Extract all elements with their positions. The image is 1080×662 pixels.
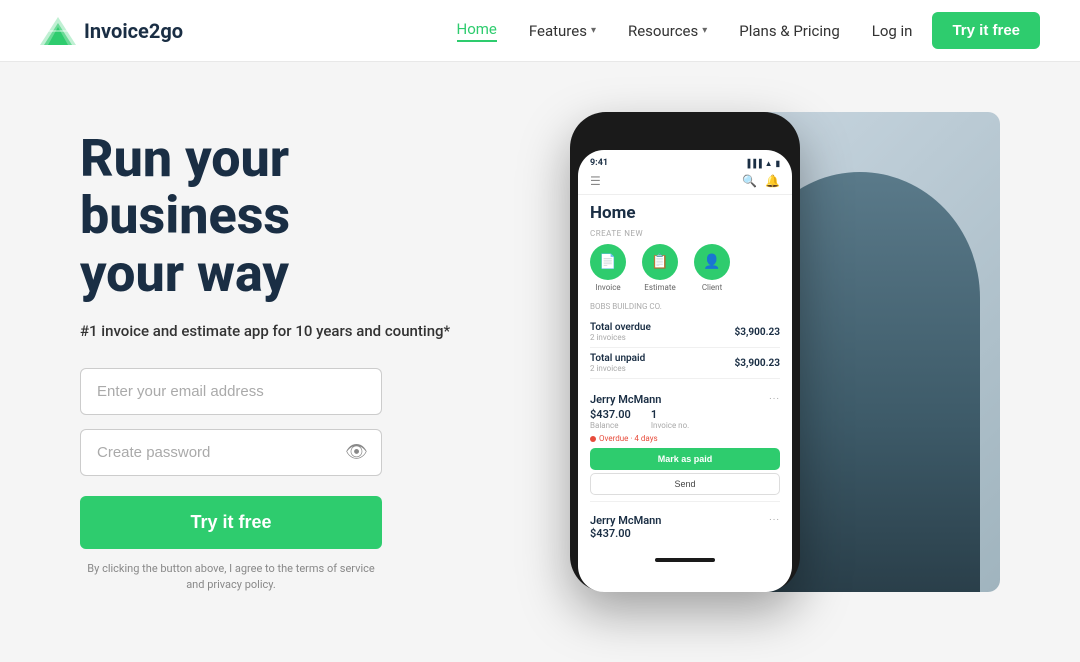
client-name-2: Jerry McMann [590,514,661,527]
nav-plans[interactable]: Plans & Pricing [739,22,839,40]
client2-options-icon[interactable]: ··· [769,515,780,526]
terms-text: By clicking the button above, I agree to… [80,561,382,594]
nav-resources[interactable]: Resources ▾ [628,22,707,40]
unpaid-label: Total unpaid [590,353,645,364]
battery-icon: ▮ [776,159,780,168]
phone-notch [645,124,725,146]
unpaid-value: $3,900.23 [734,358,780,369]
search-icon[interactable]: 🔍 [742,174,757,188]
resources-chevron-icon: ▾ [702,25,707,36]
client-label: Client [702,283,722,292]
phone-home-title: Home [590,203,780,223]
password-form-group: 👁 [80,429,510,476]
logo[interactable]: Invoice2go [40,17,183,45]
hero-subtext: #1 invoice and estimate app for 10 years… [80,322,510,340]
nav-home[interactable]: Home [457,20,497,42]
hero-right: 9:41 ▐▐▐ ▲ ▮ ☰ 🔍 🔔 [510,102,1000,622]
create-invoice[interactable]: 📄 Invoice [590,244,626,292]
invoice-label: Invoice [595,283,620,292]
hero-left: Run your business your way #1 invoice an… [80,130,510,594]
client-invoices-label: Invoice no. [651,421,689,430]
phone-topbar: ☰ 🔍 🔔 [578,170,792,195]
phone-status-bar: 9:41 ▐▐▐ ▲ ▮ [578,156,792,170]
wifi-icon: ▲ [765,159,773,168]
phone-content: Home CREATE NEW 📄 Invoice 📋 Estimate 👤 [578,195,792,554]
topbar-action-icons: 🔍 🔔 [742,174,780,188]
overdue-value: $3,900.23 [734,327,780,338]
password-wrapper: 👁 [80,429,382,476]
bell-icon[interactable]: 🔔 [765,174,780,188]
client-invoices: 1 [651,408,689,421]
phone-home-indicator [655,558,715,562]
hero-section: Run your business your way #1 invoice an… [0,62,1080,662]
nav-features[interactable]: Features ▾ [529,22,596,40]
phone-mockup: 9:41 ▐▐▐ ▲ ▮ ☰ 🔍 🔔 [570,112,800,592]
overdue-status: Overdue · 4 days [590,434,780,443]
nav-login-link[interactable]: Log in [872,22,913,40]
email-input[interactable] [80,368,382,415]
send-button[interactable]: Send [590,473,780,495]
client-name: Jerry McMann [590,393,661,406]
client2-balance: $437.00 [590,527,780,540]
invoice-circle-icon: 📄 [590,244,626,280]
mark-paid-button[interactable]: Mark as paid [590,448,780,470]
create-client[interactable]: 👤 Client [694,244,730,292]
phone-time: 9:41 [590,158,608,168]
unpaid-sub: 2 invoices [590,364,645,373]
create-icons-row: 📄 Invoice 📋 Estimate 👤 Client [590,244,780,292]
phone-status-icons: ▐▐▐ ▲ ▮ [745,158,780,168]
password-input[interactable] [80,429,382,476]
unpaid-stat-row: Total unpaid 2 invoices $3,900.23 [590,348,780,379]
client-options-icon[interactable]: ··· [769,394,780,405]
try-free-button[interactable]: Try it free [80,496,382,549]
client-stats: $437.00 Balance 1 Invoice no. [590,408,780,430]
client-balance: $437.00 [590,408,631,421]
client-circle-icon: 👤 [694,244,730,280]
phone-screen: 9:41 ▐▐▐ ▲ ▮ ☰ 🔍 🔔 [578,150,792,592]
navbar: Invoice2go Home Features ▾ Resources ▾ P… [0,0,1080,62]
eye-toggle-icon[interactable]: 👁 [345,442,368,463]
signal-icon: ▐▐▐ [745,159,762,168]
email-form-group [80,368,510,415]
nav-links: Home Features ▾ Resources ▾ Plans & Pric… [457,20,840,42]
nav-try-button[interactable]: Try it free [932,12,1040,49]
logo-text: Invoice2go [84,19,183,43]
menu-icon[interactable]: ☰ [590,174,601,188]
features-chevron-icon: ▾ [591,25,596,36]
company-name: BOBS BUILDING CO. [590,302,780,311]
client-balance-label: Balance [590,421,631,430]
logo-icon [40,17,76,45]
overdue-label: Total overdue [590,322,651,333]
overdue-sub: 2 invoices [590,333,651,342]
estimate-label: Estimate [644,283,675,292]
estimate-circle-icon: 📋 [642,244,678,280]
client-card-2: Jerry McMann ··· $437.00 [590,508,780,546]
create-new-label: CREATE NEW [590,229,780,238]
overdue-stat-row: Total overdue 2 invoices $3,900.23 [590,317,780,348]
overdue-dot-icon [590,436,596,442]
hero-headline: Run your business your way [80,130,510,302]
client-card: Jerry McMann ··· $437.00 Balance 1 Invoi… [590,387,780,502]
create-estimate[interactable]: 📋 Estimate [642,244,678,292]
